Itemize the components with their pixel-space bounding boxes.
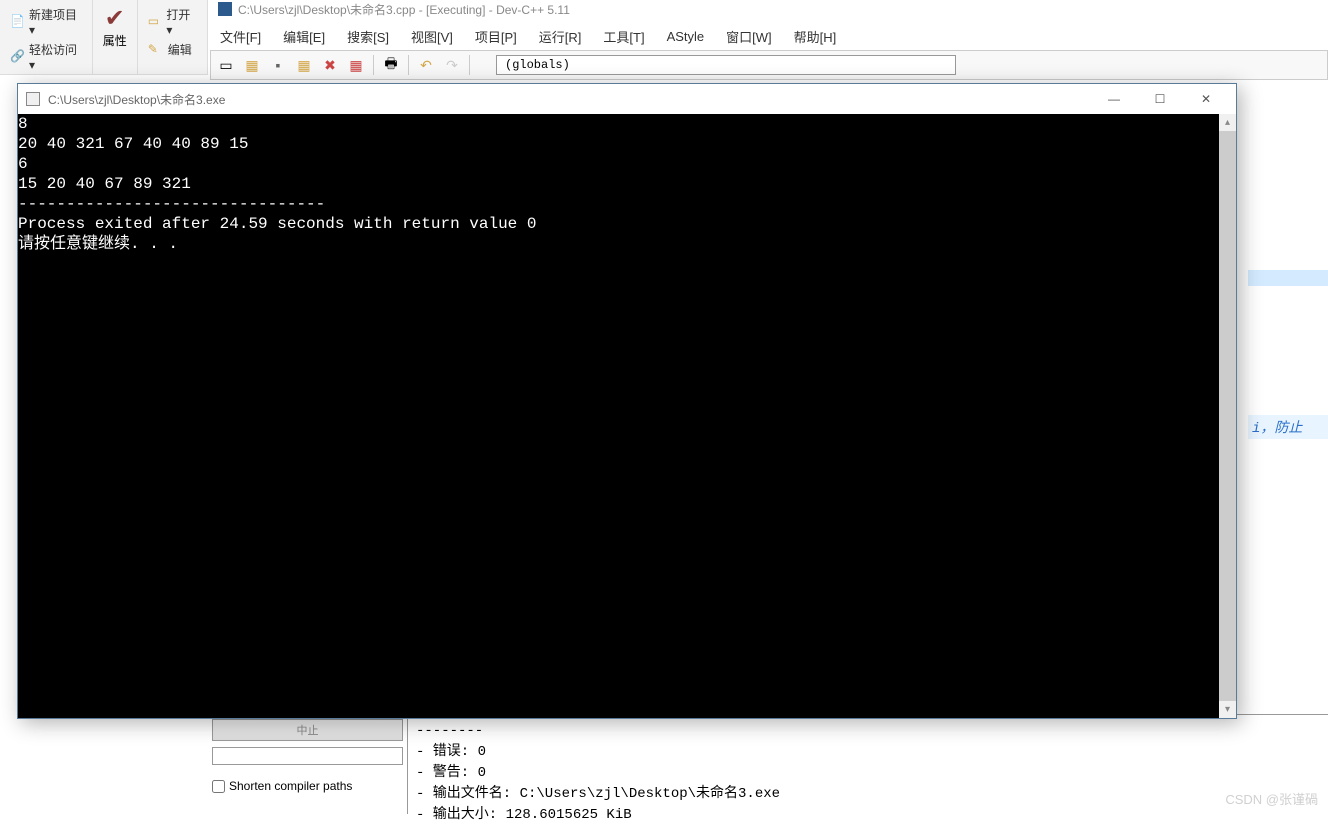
maximize-button[interactable]: ☐ bbox=[1138, 85, 1182, 113]
ide-title-text: C:\Users\zjl\Desktop\未命名3.cpp - [Executi… bbox=[238, 1, 570, 18]
ide-menu-bar: 文件[F] 编辑[E] 搜索[S] 视图[V] 项目[P] 运行[R] 工具[T… bbox=[210, 24, 1328, 48]
code-highlight-line bbox=[1248, 270, 1328, 286]
close-button[interactable]: ✕ bbox=[1184, 85, 1228, 113]
console-scrollbar[interactable]: ▴ ▾ bbox=[1219, 114, 1236, 718]
print-icon[interactable]: 🖶 bbox=[380, 54, 402, 76]
properties-label: 属性 bbox=[99, 32, 131, 49]
minimize-button[interactable]: — bbox=[1092, 85, 1136, 113]
close-all-icon[interactable]: ▦ bbox=[345, 54, 367, 76]
new-file-icon[interactable]: ▭ bbox=[215, 54, 237, 76]
new-project-button[interactable]: 📄 新建项目 ▾ bbox=[6, 4, 86, 39]
console-titlebar[interactable]: C:\Users\zjl\Desktop\未命名3.exe — ☐ ✕ bbox=[18, 84, 1236, 114]
document-icon: 📄 bbox=[10, 14, 25, 30]
menu-project[interactable]: 项目[P] bbox=[465, 25, 527, 48]
menu-window[interactable]: 窗口[W] bbox=[716, 25, 782, 48]
devcpp-icon bbox=[218, 2, 232, 16]
console-title: C:\Users\zjl\Desktop\未命名3.exe bbox=[48, 91, 225, 108]
compiler-controls: 中止 Shorten compiler paths bbox=[208, 715, 408, 814]
console-body[interactable]: 8 20 40 321 67 40 40 89 15 6 15 20 40 67… bbox=[18, 114, 1236, 718]
stop-button[interactable]: 中止 bbox=[212, 719, 403, 741]
window-controls: — ☐ ✕ bbox=[1092, 85, 1228, 113]
compiler-panel: 中止 Shorten compiler paths -------- - 错误:… bbox=[208, 714, 1328, 814]
save-all-icon[interactable]: ▦ bbox=[293, 54, 315, 76]
close-icon[interactable]: ✖ bbox=[319, 54, 341, 76]
toolbar-separator bbox=[373, 55, 374, 75]
redo-icon[interactable]: ↷ bbox=[441, 54, 463, 76]
open-label: 打开 ▾ bbox=[166, 6, 197, 37]
toolbar-separator bbox=[408, 55, 409, 75]
quick-access-button[interactable]: 🔗 轻松访问 ▾ bbox=[6, 39, 86, 74]
explorer-ribbon: 📄 新建项目 ▾ 🔗 轻松访问 ▾ ✔ 属性 ▭ 打开 ▾ ✎ 编辑 bbox=[0, 0, 208, 75]
scope-combo[interactable]: (globals) bbox=[496, 55, 956, 75]
new-project-label: 新建项目 ▾ bbox=[29, 6, 82, 37]
save-icon[interactable]: ▪ bbox=[267, 54, 289, 76]
menu-help[interactable]: 帮助[H] bbox=[784, 25, 847, 48]
watermark: CSDN @张谨碢 bbox=[1225, 789, 1318, 808]
shorten-checkbox-input[interactable] bbox=[212, 780, 225, 793]
open-button[interactable]: ▭ 打开 ▾ bbox=[144, 4, 201, 39]
check-icon[interactable]: ✔ bbox=[99, 4, 131, 32]
ribbon-section-props: ✔ 属性 bbox=[93, 0, 138, 74]
ribbon-section-open: ▭ 打开 ▾ ✎ 编辑 bbox=[138, 0, 208, 74]
scroll-up-icon[interactable]: ▴ bbox=[1219, 114, 1236, 131]
quick-access-label: 轻松访问 ▾ bbox=[29, 41, 82, 72]
ide-title-bar: C:\Users\zjl\Desktop\未命名3.cpp - [Executi… bbox=[208, 0, 1328, 18]
console-output: 8 20 40 321 67 40 40 89 15 6 15 20 40 67… bbox=[18, 114, 1236, 254]
menu-tools[interactable]: 工具[T] bbox=[593, 25, 654, 48]
menu-run[interactable]: 运行[R] bbox=[529, 25, 592, 48]
compiler-output: -------- - 错误: 0 - 警告: 0 - 输出文件名: C:\Use… bbox=[408, 715, 1328, 814]
scope-combo-value: (globals) bbox=[505, 58, 570, 72]
compile-progress bbox=[212, 747, 403, 765]
scroll-thumb[interactable] bbox=[1219, 131, 1236, 701]
ribbon-section-new: 📄 新建项目 ▾ 🔗 轻松访问 ▾ bbox=[0, 0, 93, 74]
folder-open-icon: ▭ bbox=[148, 14, 163, 30]
shorten-paths-checkbox[interactable]: Shorten compiler paths bbox=[212, 779, 403, 793]
console-icon bbox=[26, 92, 40, 106]
open-file-icon[interactable]: ▦ bbox=[241, 54, 263, 76]
ide-toolbar: ▭ ▦ ▪ ▦ ✖ ▦ 🖶 ↶ ↷ (globals) bbox=[210, 50, 1328, 80]
menu-edit[interactable]: 编辑[E] bbox=[273, 25, 335, 48]
shorten-label: Shorten compiler paths bbox=[229, 779, 352, 793]
edit-label: 编辑 bbox=[168, 41, 192, 58]
code-comment-fragment: i，防止 bbox=[1248, 415, 1328, 439]
toolbar-separator bbox=[469, 55, 470, 75]
link-icon: 🔗 bbox=[10, 49, 25, 65]
edit-icon: ✎ bbox=[148, 42, 164, 58]
menu-astyle[interactable]: AStyle bbox=[657, 27, 715, 46]
menu-view[interactable]: 视图[V] bbox=[401, 25, 463, 48]
console-window: C:\Users\zjl\Desktop\未命名3.exe — ☐ ✕ 8 20… bbox=[17, 83, 1237, 719]
edit-button[interactable]: ✎ 编辑 bbox=[144, 39, 201, 60]
menu-file[interactable]: 文件[F] bbox=[210, 25, 271, 48]
scroll-down-icon[interactable]: ▾ bbox=[1219, 701, 1236, 718]
undo-icon[interactable]: ↶ bbox=[415, 54, 437, 76]
menu-search[interactable]: 搜索[S] bbox=[337, 25, 399, 48]
